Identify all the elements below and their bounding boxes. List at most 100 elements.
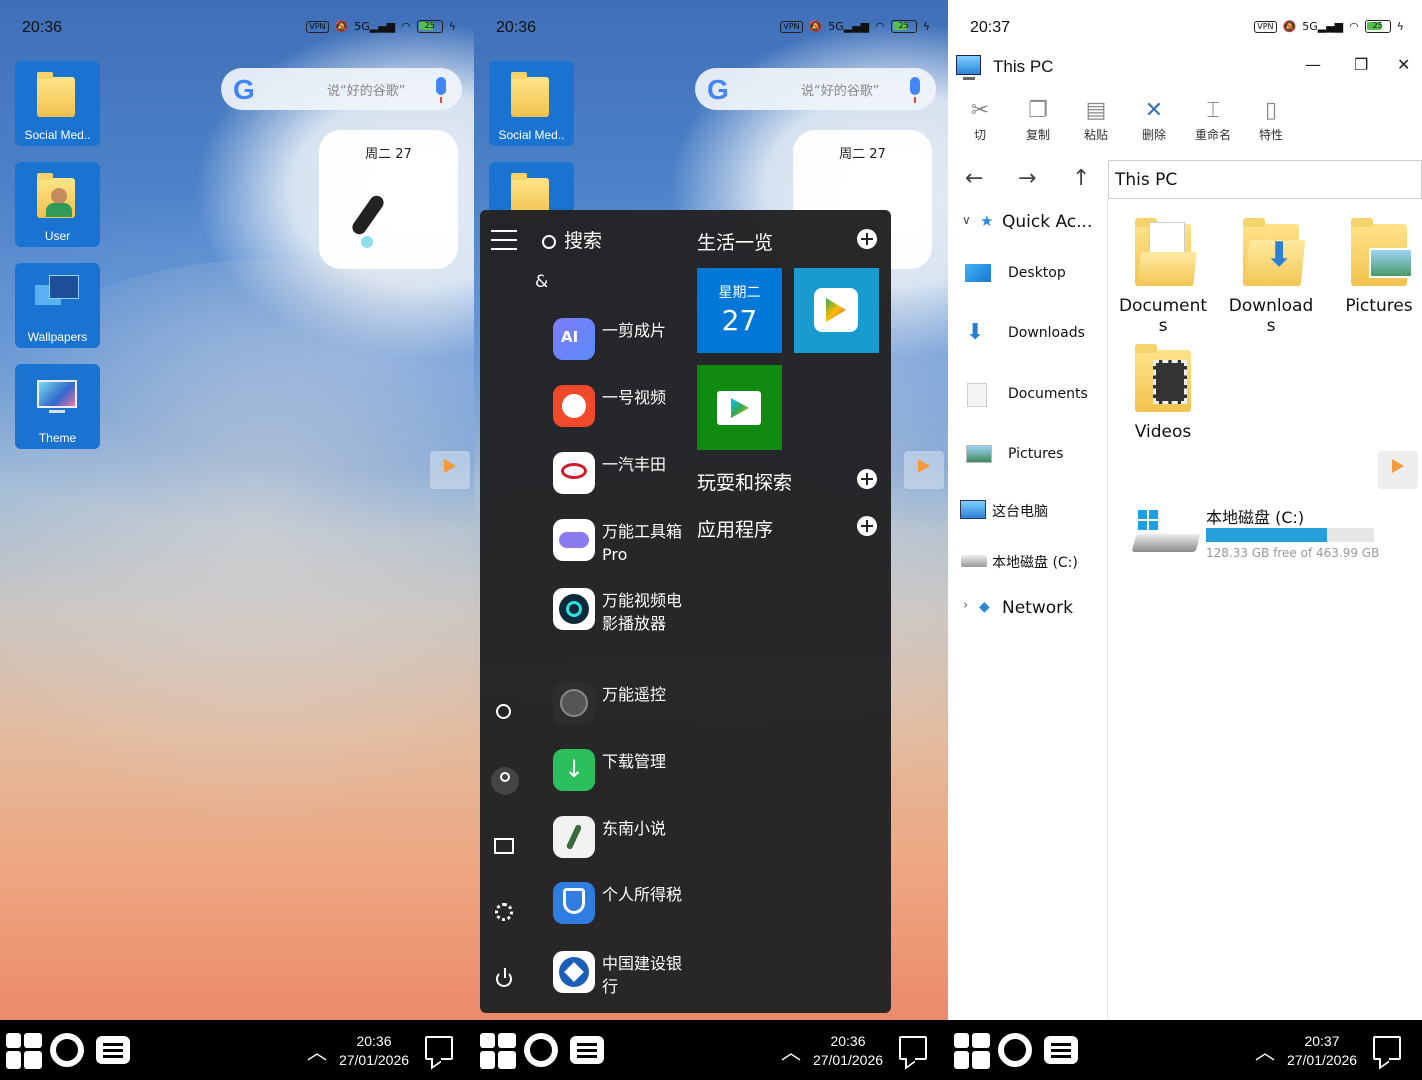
notifications-icon[interactable] xyxy=(425,1036,453,1060)
copy-button[interactable]: ❐ 复制 xyxy=(1013,96,1063,143)
chevron-down-icon[interactable]: ∨ xyxy=(962,213,971,227)
exclamation-icon xyxy=(349,192,387,238)
signal-icon: 5G▂▄▆ xyxy=(354,20,396,33)
google-play-games-tile[interactable] xyxy=(794,268,879,353)
app-icon xyxy=(553,588,595,630)
section-play-header: 玩耍和探索 xyxy=(697,472,793,494)
ribbon-toolbar: ✂ 切 ❐ 复制 ▤ 粘贴 ✕ 删除 ⌶ 重命名 ▯ 特性 xyxy=(948,96,1422,156)
folder-pictures[interactable]: Pictures xyxy=(1329,218,1422,316)
cortana-circle-icon[interactable] xyxy=(998,1033,1032,1067)
desktop-icon-social-media[interactable]: Social Med.. xyxy=(489,61,574,146)
google-search-bar[interactable]: G 说“好的谷歌” xyxy=(695,68,936,110)
microphone-icon[interactable] xyxy=(436,77,446,103)
mute-icon: 🔕 xyxy=(808,20,823,33)
paste-button[interactable]: ▤ 粘贴 xyxy=(1071,96,1121,143)
search-rail-icon[interactable] xyxy=(494,702,516,724)
desktop-icon-theme[interactable]: Theme xyxy=(15,364,100,449)
close-icon[interactable]: ✕ xyxy=(1397,55,1410,74)
delete-button[interactable]: ✕ 删除 xyxy=(1129,96,1179,143)
add-tile-icon[interactable] xyxy=(857,469,877,489)
search-icon xyxy=(542,234,556,249)
files-icon[interactable] xyxy=(494,835,516,857)
mute-icon: 🔕 xyxy=(1282,20,1297,33)
start-button-icon[interactable] xyxy=(6,1033,42,1069)
power-icon[interactable] xyxy=(494,968,516,990)
wifi-icon: ◠ xyxy=(401,20,411,33)
restore-icon[interactable]: ❐ xyxy=(1354,55,1368,74)
drive-usage-bar xyxy=(1206,528,1374,542)
folder-downloads[interactable]: ⬇ Download s xyxy=(1221,218,1321,336)
user-avatar-icon[interactable] xyxy=(491,767,519,795)
start-search[interactable]: 搜索 xyxy=(542,226,602,253)
desktop-icon-social-media[interactable]: Social Med.. xyxy=(15,61,100,146)
side-drawer-handle[interactable] xyxy=(904,451,944,489)
cortana-circle-icon[interactable] xyxy=(50,1033,84,1067)
chevron-up-icon[interactable]: ︿ xyxy=(781,1036,801,1065)
play-arrow-icon xyxy=(1392,459,1404,473)
user-folder-icon xyxy=(35,170,77,220)
properties-button[interactable]: ▯ 特性 xyxy=(1246,96,1296,143)
notifications-icon[interactable] xyxy=(899,1036,927,1060)
folder-documents[interactable]: Document s xyxy=(1113,218,1213,336)
navigation-buttons: ← → ↑ xyxy=(948,163,1108,199)
document-icon xyxy=(967,383,987,407)
panel-start-menu: 20:36 VPN 🔕 5G▂▄▆ ◠ 25 ϟ Social Med.. G … xyxy=(474,0,948,1080)
task-view-icon[interactable] xyxy=(1044,1036,1078,1064)
local-disk-c[interactable]: 本地磁盘 (C:) 128.33 GB free of 463.99 GB xyxy=(1128,500,1418,570)
side-drawer-handle[interactable] xyxy=(1378,451,1418,489)
play-store-tile[interactable] xyxy=(697,365,782,450)
microphone-icon[interactable] xyxy=(910,77,920,103)
widget-date: 周二 27 xyxy=(839,147,886,162)
properties-icon: ▯ xyxy=(1264,98,1278,123)
rename-button[interactable]: ⌶ 重命名 xyxy=(1188,96,1238,143)
star-icon: ★ xyxy=(980,212,994,230)
date-widget[interactable]: 周二 27 xyxy=(319,130,458,269)
folder-videos[interactable]: Videos xyxy=(1113,344,1213,442)
scissors-icon: ✂ xyxy=(970,98,990,123)
taskbar-clock[interactable]: 20:37 27/01/2026 xyxy=(1278,1032,1366,1070)
google-search-bar[interactable]: G 说“好的谷歌” xyxy=(221,68,462,110)
chevron-up-icon[interactable]: ︿ xyxy=(1255,1036,1275,1065)
mute-icon: 🔕 xyxy=(334,20,349,33)
charging-icon: ϟ xyxy=(1396,20,1404,33)
documents-folder-icon xyxy=(1135,218,1197,286)
calendar-tile[interactable]: 星期二 27 xyxy=(697,268,782,353)
chevron-up-icon[interactable]: ︿ xyxy=(307,1036,327,1065)
search-placeholder: 说“好的谷歌” xyxy=(801,84,880,99)
desktop-icon-wallpapers[interactable]: Wallpapers xyxy=(15,263,100,348)
add-tile-icon[interactable] xyxy=(857,516,877,536)
computer-icon xyxy=(960,500,986,519)
group-letter[interactable]: & xyxy=(535,272,548,292)
windows-drive-icon xyxy=(1131,510,1201,554)
taskbar-clock[interactable]: 20:36 27/01/2026 xyxy=(330,1032,418,1070)
folder-icon xyxy=(509,69,551,119)
play-arrow-icon xyxy=(918,459,930,473)
app-icon xyxy=(553,385,595,427)
app-icon: AI xyxy=(553,318,595,360)
side-drawer-handle[interactable] xyxy=(430,451,470,489)
paste-icon: ▤ xyxy=(1085,98,1107,123)
shield-app-icon xyxy=(553,882,595,924)
notifications-icon[interactable] xyxy=(1373,1036,1401,1060)
hamburger-menu-icon[interactable] xyxy=(491,230,517,250)
settings-gear-icon[interactable] xyxy=(494,902,516,924)
chevron-right-icon[interactable]: › xyxy=(963,598,968,613)
start-button-icon[interactable] xyxy=(954,1033,990,1069)
task-view-icon[interactable] xyxy=(96,1036,130,1064)
up-arrow-icon[interactable]: ↑ xyxy=(1072,166,1090,191)
signal-icon: 5G▂▄▆ xyxy=(1302,20,1344,33)
task-view-icon[interactable] xyxy=(570,1036,604,1064)
back-arrow-icon[interactable]: ← xyxy=(965,166,983,191)
charging-icon: ϟ xyxy=(922,20,930,33)
vpn-icon: VPN xyxy=(780,20,803,33)
pictures-folder-icon xyxy=(1351,218,1413,286)
cortana-circle-icon[interactable] xyxy=(524,1033,558,1067)
taskbar-clock[interactable]: 20:36 27/01/2026 xyxy=(804,1032,892,1070)
forward-arrow-icon[interactable]: → xyxy=(1018,166,1036,191)
minimize-icon[interactable]: — xyxy=(1305,55,1321,74)
cut-button[interactable]: ✂ 切 xyxy=(955,96,1005,143)
add-tile-icon[interactable] xyxy=(857,229,877,249)
desktop-icon-user[interactable]: User xyxy=(15,162,100,247)
address-bar[interactable]: This PC xyxy=(1108,160,1422,199)
start-button-icon[interactable] xyxy=(480,1033,516,1069)
